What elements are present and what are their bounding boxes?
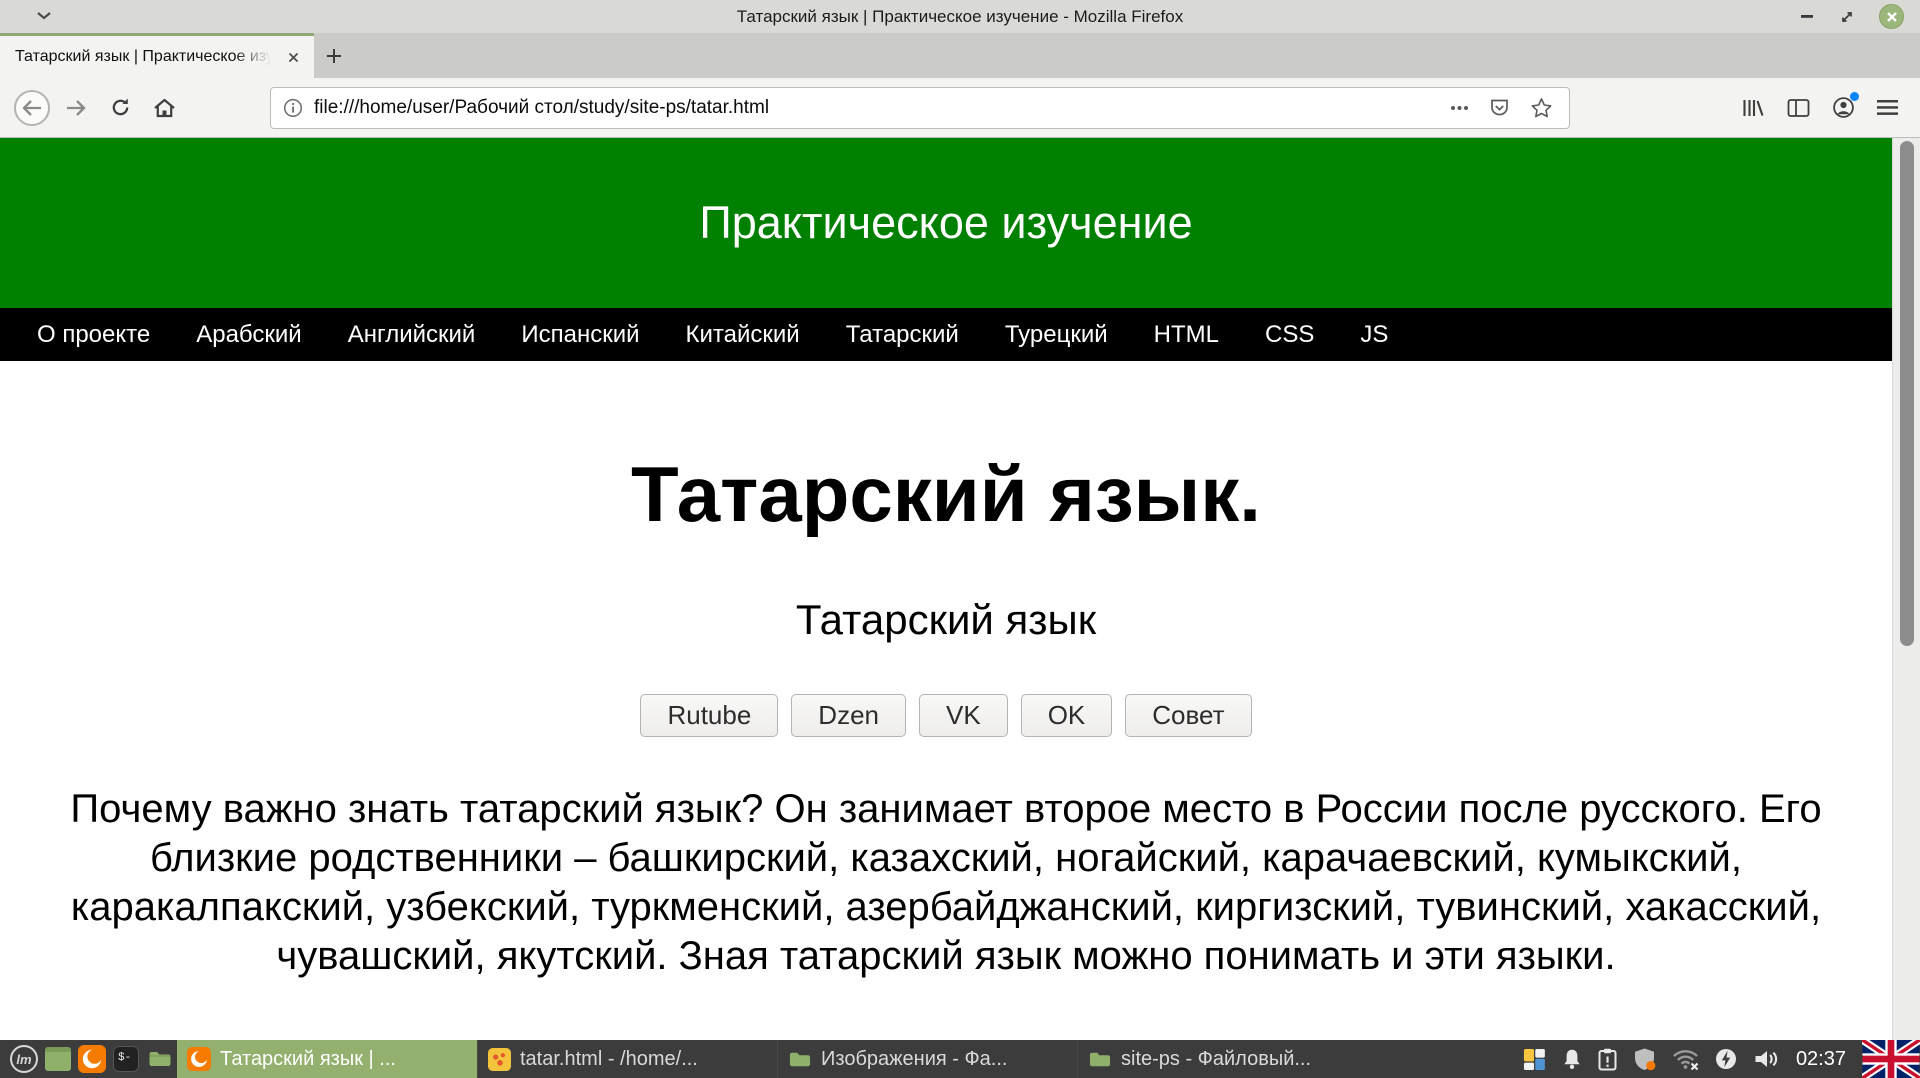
sidebar-toggle-icon[interactable] [1787, 98, 1810, 118]
forward-button[interactable] [56, 88, 96, 128]
mint-logo-icon: lm [10, 1045, 38, 1073]
rutube-button[interactable]: Rutube [640, 694, 778, 737]
nav-link-about[interactable]: О проекте [37, 321, 150, 349]
vertical-scrollbar[interactable] [1892, 138, 1920, 1040]
terminal-launcher[interactable]: $- [109, 1040, 143, 1078]
show-desktop-button[interactable] [41, 1040, 75, 1078]
window-title: Татарский язык | Практическое изучение -… [0, 7, 1920, 27]
taskbar-window-label: tatar.html - /home/... [520, 1048, 698, 1071]
account-button[interactable] [1832, 96, 1855, 119]
maximize-button[interactable] [1839, 9, 1855, 25]
tab-title-fade [234, 46, 280, 68]
keyboard-layout-uk-flag-icon[interactable] [1862, 1040, 1920, 1078]
url-actions [1450, 97, 1557, 119]
taskbar-window-label: Татарский язык | ... [220, 1048, 396, 1071]
url-bar[interactable]: file:///home/user/Рабочий стол/study/sit… [270, 87, 1570, 129]
reload-icon [110, 97, 131, 118]
power-lightning-icon[interactable] [1715, 1048, 1737, 1070]
site-nav: О проекте Арабский Английский Испанский … [0, 308, 1892, 361]
folder-icon [147, 1047, 173, 1071]
new-tab-button[interactable] [314, 33, 354, 78]
firefox-launcher[interactable] [75, 1040, 109, 1078]
text-editor-icon [488, 1048, 511, 1071]
back-arrow-icon [14, 90, 50, 126]
notifications-bell-icon[interactable] [1562, 1048, 1582, 1070]
nav-link-html[interactable]: HTML [1154, 321, 1219, 349]
library-icon[interactable] [1741, 97, 1765, 119]
page-actions-dots-icon[interactable] [1450, 105, 1469, 111]
workspace-blocks-icon[interactable] [1523, 1048, 1546, 1071]
taskbar-window-label: site-ps - Файловый... [1121, 1048, 1311, 1071]
browser-viewport: Практическое изучение О проекте Арабский… [0, 138, 1920, 1040]
window-titlebar: Татарский язык | Практическое изучение -… [0, 0, 1920, 33]
taskbar: lm $- [0, 1040, 1920, 1078]
files-launcher[interactable] [143, 1040, 177, 1078]
forward-arrow-icon [65, 99, 87, 117]
home-icon [153, 97, 176, 119]
nav-link-english[interactable]: Английский [348, 321, 476, 349]
page-banner: Практическое изучение [0, 138, 1892, 308]
desktop-icon [45, 1047, 71, 1071]
window-menu-chevron-icon[interactable] [36, 11, 52, 20]
page-title: Татарский язык. [0, 449, 1892, 540]
taskbar-window-label: Изображения - Фа... [821, 1048, 1007, 1071]
page-subtitle: Татарский язык [0, 596, 1892, 644]
sovet-button[interactable]: Совет [1125, 694, 1251, 737]
tab-tatar-language[interactable]: Татарский язык | Практическое изучение [0, 33, 314, 78]
taskbar-window-images[interactable]: Изображения - Фа... [777, 1040, 1077, 1078]
svg-text:$-: $- [118, 1052, 131, 1063]
update-clipboard-icon[interactable] [1598, 1048, 1617, 1071]
ok-button[interactable]: OK [1021, 694, 1113, 737]
tab-close-icon[interactable] [280, 44, 306, 70]
vk-button[interactable]: VK [919, 694, 1008, 737]
web-page: Практическое изучение О проекте Арабский… [0, 138, 1892, 1040]
system-tray: 02:37 [1523, 1040, 1920, 1078]
tab-bar: Татарский язык | Практическое изучение [0, 33, 1920, 78]
back-button[interactable] [12, 88, 52, 128]
hamburger-menu-icon[interactable] [1877, 99, 1898, 116]
nav-link-turkish[interactable]: Турецкий [1005, 321, 1108, 349]
folder-icon [1088, 1048, 1112, 1071]
scrollbar-thumb[interactable] [1900, 141, 1914, 646]
folder-icon [788, 1048, 812, 1071]
close-button[interactable] [1879, 4, 1904, 29]
toolbar-right-icons [1741, 96, 1908, 119]
minimize-button[interactable] [1801, 14, 1815, 19]
site-info-icon[interactable] [283, 98, 303, 118]
taskbar-clock[interactable]: 02:37 [1796, 1048, 1846, 1071]
terminal-icon: $- [113, 1046, 139, 1072]
pocket-icon[interactable] [1489, 98, 1510, 118]
window-controls [1801, 0, 1904, 33]
taskbar-window-firefox[interactable]: Татарский язык | ... [177, 1040, 477, 1078]
nav-link-js[interactable]: JS [1360, 321, 1388, 349]
network-wifi-disconnected-icon[interactable] [1672, 1048, 1699, 1070]
nav-link-arabic[interactable]: Арабский [196, 321, 302, 349]
nav-link-css[interactable]: CSS [1265, 321, 1314, 349]
social-buttons-row: Rutube Dzen VK OK Совет [0, 694, 1892, 737]
volume-speaker-icon[interactable] [1753, 1048, 1780, 1070]
mint-menu-button[interactable]: lm [7, 1040, 41, 1078]
bookmark-star-icon[interactable] [1530, 97, 1553, 119]
desktop: Татарский язык | Практическое изучение -… [0, 0, 1920, 1078]
firefox-icon [78, 1045, 106, 1073]
dzen-button[interactable]: Dzen [791, 694, 906, 737]
firefox-icon [187, 1047, 211, 1071]
intro-paragraph: Почему важно знать татарский язык? Он за… [40, 785, 1852, 981]
navigation-toolbar: file:///home/user/Рабочий стол/study/sit… [0, 78, 1920, 138]
taskbar-window-editor[interactable]: tatar.html - /home/... [477, 1040, 777, 1078]
account-notification-dot [1850, 92, 1859, 101]
url-text[interactable]: file:///home/user/Рабочий стол/study/sit… [314, 97, 1450, 119]
firewall-shield-icon[interactable] [1633, 1047, 1656, 1071]
nav-link-chinese[interactable]: Китайский [686, 321, 800, 349]
nav-link-tatar[interactable]: Татарский [846, 321, 959, 349]
reload-button[interactable] [100, 88, 140, 128]
banner-title: Практическое изучение [699, 197, 1192, 249]
nav-link-spanish[interactable]: Испанский [521, 321, 639, 349]
tab-title-wrap: Татарский язык | Практическое изучение [15, 46, 280, 68]
taskbar-window-siteps[interactable]: site-ps - Файловый... [1077, 1040, 1377, 1078]
home-button[interactable] [144, 88, 184, 128]
